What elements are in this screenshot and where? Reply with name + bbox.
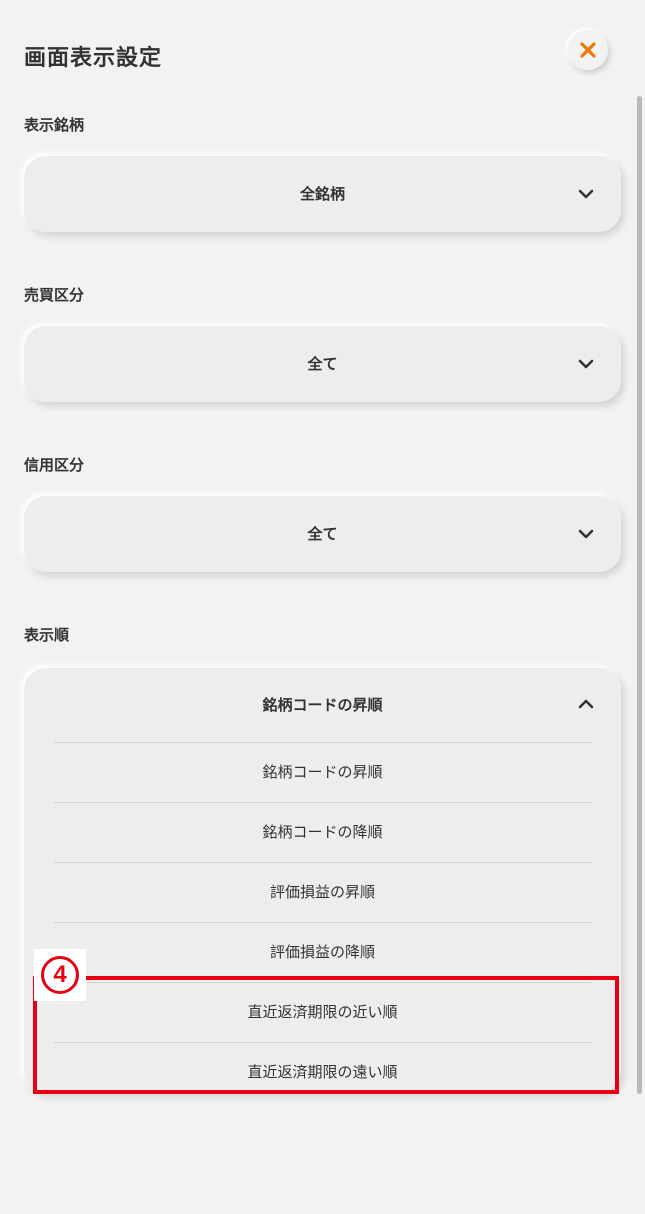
credit-type-select[interactable]: 全て <box>24 496 621 572</box>
option-deadline-far[interactable]: 直近返済期限の遠い順 <box>54 1042 591 1102</box>
chevron-up-icon <box>578 699 594 709</box>
option-deadline-near[interactable]: 直近返済期限の近い順 <box>54 982 591 1042</box>
credit-type-label: 信用区分 <box>24 456 85 474</box>
step-badge: 4 <box>34 949 86 1001</box>
trade-type-label: 売買区分 <box>24 286 85 304</box>
chevron-down-icon <box>578 189 594 199</box>
display-stock-label: 表示銘柄 <box>24 116 85 134</box>
option-pnl-asc[interactable]: 評価損益の昇順 <box>54 862 591 922</box>
option-code-asc[interactable]: 銘柄コードの昇順 <box>54 742 591 802</box>
close-icon <box>580 42 596 58</box>
sort-order-options: 銘柄コードの昇順 銘柄コードの降順 評価損益の昇順 評価損益の降順 直近返済期限… <box>54 742 591 1102</box>
step-number: 4 <box>41 956 79 994</box>
chevron-down-icon <box>578 359 594 369</box>
page-title: 画面表示設定 <box>24 46 163 71</box>
trade-type-select[interactable]: 全て <box>24 326 621 402</box>
display-stock-select[interactable]: 全銘柄 <box>24 156 621 232</box>
chevron-down-icon <box>578 529 594 539</box>
display-stock-value: 全銘柄 <box>299 185 345 203</box>
trade-type-value: 全て <box>307 355 338 373</box>
option-pnl-desc[interactable]: 評価損益の降順 <box>54 922 591 982</box>
credit-type-value: 全て <box>307 525 338 543</box>
option-code-desc[interactable]: 銘柄コードの降順 <box>54 802 591 862</box>
sort-order-value: 銘柄コードの昇順 <box>262 696 383 714</box>
sort-order-select[interactable]: 銘柄コードの昇順 <box>24 668 621 742</box>
scrollbar[interactable] <box>637 96 642 1094</box>
sort-order-dropdown: 銘柄コードの昇順 銘柄コードの昇順 銘柄コードの降順 評価損益の昇順 評価損益の… <box>24 668 621 1093</box>
sort-order-label: 表示順 <box>24 626 70 644</box>
close-button[interactable] <box>568 30 608 70</box>
